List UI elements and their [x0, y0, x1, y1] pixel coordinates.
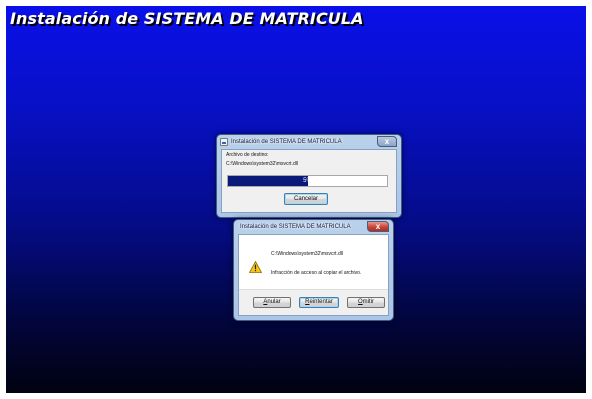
error-dialog-body: C:\Windows\system32\msvcrt.dll Infracció…: [238, 234, 389, 316]
error-message: Infracción de acceso al copiar el archiv…: [271, 270, 362, 276]
destination-label: Archivo de destino:: [226, 152, 269, 158]
error-button-bar: Anular Reintentar Omitir: [239, 289, 388, 315]
ignore-button-label: mitir: [362, 299, 374, 305]
copy-progress-bar: 5%: [227, 175, 388, 187]
abort-button[interactable]: Anular: [253, 297, 291, 308]
warning-icon: [249, 261, 262, 273]
abort-button-label: nular: [267, 299, 281, 305]
destination-path: C:\Windows\system32\msvcrt.dll: [226, 161, 298, 167]
setup-title: Instalación de SISTEMA DE MATRICULA: [10, 9, 364, 28]
retry-button[interactable]: Reintentar: [299, 297, 339, 308]
progress-dialog-titlebar[interactable]: Instalación de SISTEMA DE MATRICULA x: [217, 135, 401, 149]
progress-dialog: Instalación de SISTEMA DE MATRICULA x Ar…: [216, 134, 402, 218]
error-dialog-titlebar[interactable]: Instalación de SISTEMA DE MATRICULA x: [234, 220, 393, 234]
progress-dialog-title: Instalación de SISTEMA DE MATRICULA: [231, 139, 342, 145]
progress-dialog-close-button[interactable]: x: [377, 136, 397, 147]
cancel-button-label: Cancelar: [293, 196, 318, 202]
setup-background: Instalación de SISTEMA DE MATRICULA Inst…: [6, 6, 586, 393]
error-dialog-title: Instalación de SISTEMA DE MATRICULA: [240, 224, 351, 230]
cancel-button[interactable]: Cancelar: [284, 193, 328, 205]
setup-app-icon: [220, 138, 228, 146]
error-dialog-close-button[interactable]: x: [367, 221, 389, 232]
retry-button-label: eintentar: [309, 299, 333, 305]
ignore-button[interactable]: Omitir: [347, 297, 385, 308]
error-file-path: C:\Windows\system32\msvcrt.dll: [271, 251, 343, 257]
error-dialog: Instalación de SISTEMA DE MATRICULA x C:…: [233, 219, 394, 321]
close-icon: x: [375, 222, 381, 231]
progress-percent: 5%: [303, 178, 312, 184]
close-icon: x: [384, 137, 390, 146]
progress-dialog-body: Archivo de destino: C:\Windows\system32\…: [221, 149, 397, 213]
